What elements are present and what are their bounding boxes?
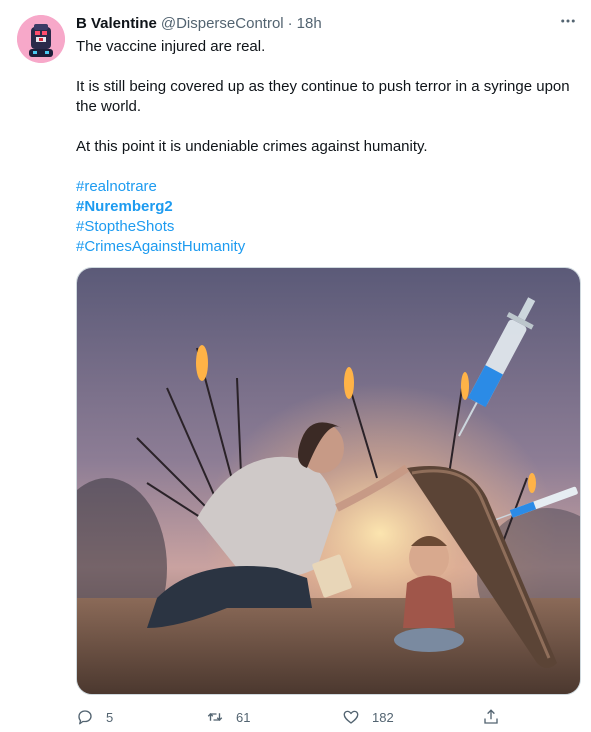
hashtag-link[interactable]: #CrimesAgainstHumanity (76, 237, 576, 257)
like-button[interactable]: 182 (342, 707, 394, 727)
author-name[interactable]: B Valentine (76, 15, 157, 32)
retweet-icon (207, 713, 223, 721)
action-bar: 5 61 182 (76, 707, 516, 727)
hashtag-link[interactable]: #realnotrare (76, 177, 576, 197)
reply-count: 5 (106, 709, 114, 725)
retweet-count: 61 (236, 709, 251, 725)
more-button[interactable] (553, 6, 583, 36)
like-count: 182 (372, 709, 394, 725)
hashtag-link[interactable]: #StoptheShots (76, 217, 576, 237)
tweet-header: B Valentine @DisperseControl · 18h (76, 12, 577, 34)
hashtag-link[interactable]: #Nuremberg2 (76, 197, 576, 217)
more-icon (561, 19, 575, 23)
author-handle[interactable]: @DisperseControl (161, 15, 284, 32)
avatar[interactable] (17, 15, 65, 63)
reply-icon (78, 710, 92, 725)
tweet-card[interactable]: B Valentine @DisperseControl · 18h The v… (0, 0, 591, 732)
share-icon (484, 709, 498, 724)
like-icon (343, 710, 359, 724)
retweet-button[interactable]: 61 (206, 707, 250, 727)
reply-button[interactable]: 5 (76, 707, 113, 727)
share-button[interactable] (482, 707, 500, 727)
tweet-text: The vaccine injured are real. It is stil… (76, 37, 576, 257)
tweet-media[interactable] (76, 267, 581, 695)
avatar-image (17, 15, 65, 63)
illustration-image (77, 268, 580, 694)
tweet-paragraph: The vaccine injured are real. (76, 38, 266, 55)
tweet-paragraph: It is still being covered up as they con… (76, 78, 570, 115)
tweet-paragraph: At this point it is undeniable crimes ag… (76, 138, 428, 155)
timestamp[interactable]: 18h (297, 15, 322, 32)
separator-dot: · (287, 14, 293, 32)
